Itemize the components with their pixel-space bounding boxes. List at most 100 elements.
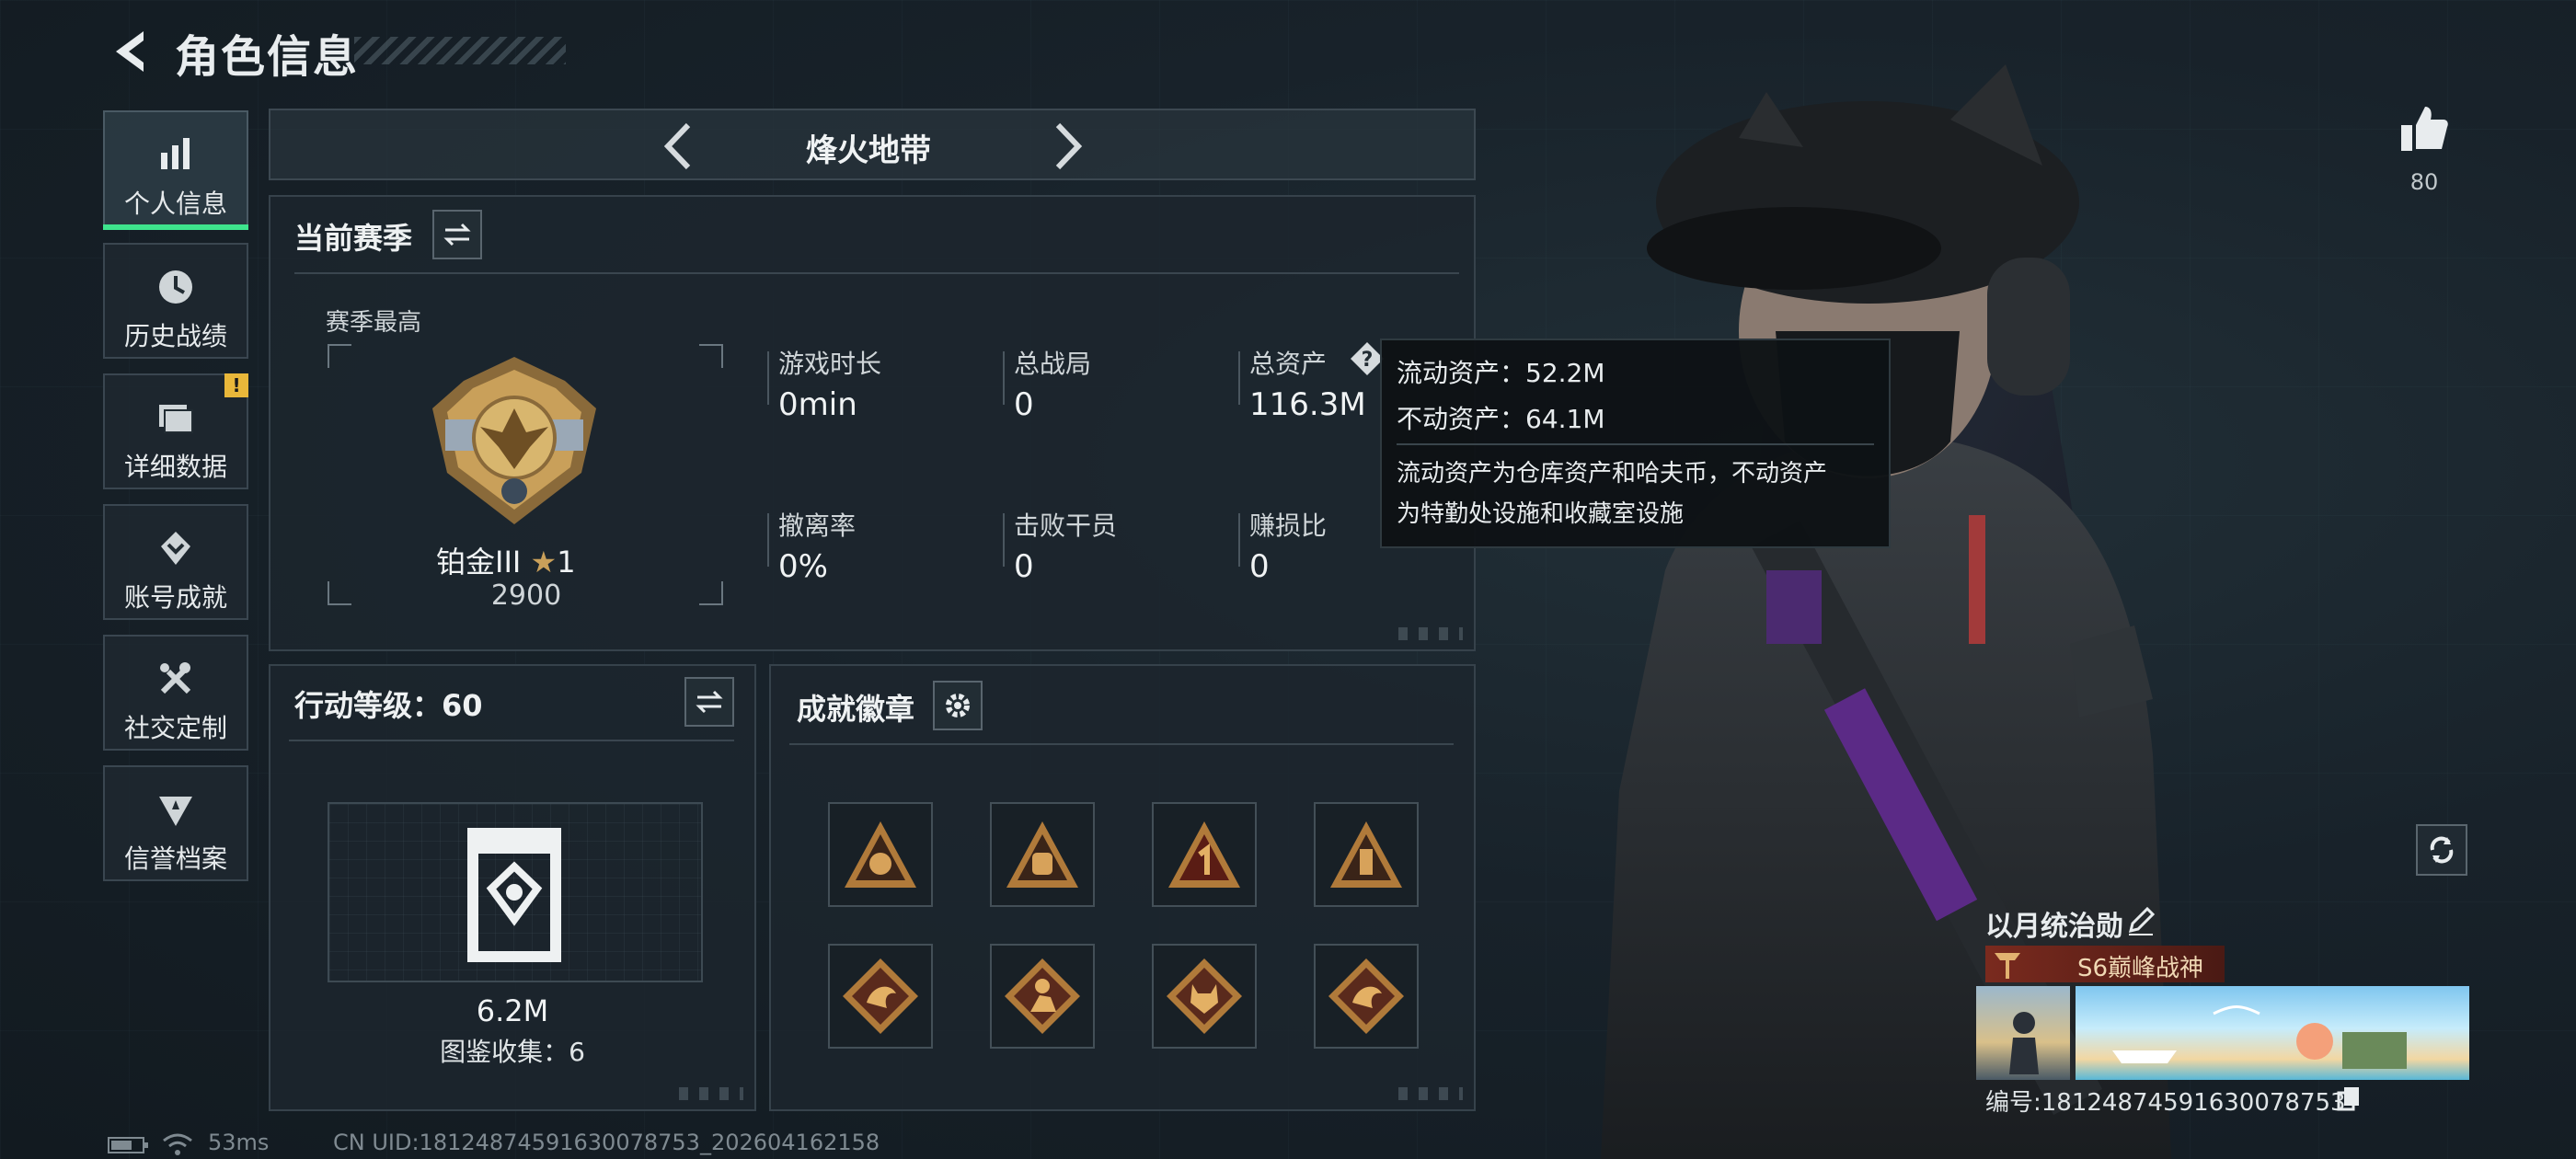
page-title: 角色信息 bbox=[175, 31, 360, 83]
title-banner: S6巅峰战神 bbox=[1985, 946, 2225, 982]
swap-icon bbox=[696, 690, 723, 714]
refresh-icon bbox=[2430, 836, 2454, 864]
sidebar-item-profile[interactable]: 个人信息 bbox=[103, 110, 248, 230]
sidebar-item-label: 详细数据 bbox=[123, 452, 227, 482]
player-name: 以月统治勋 bbox=[1985, 911, 2123, 943]
wolf-badge-icon bbox=[1167, 958, 1242, 1034]
achievement-badge[interactable] bbox=[990, 802, 1095, 907]
stat-divider bbox=[1238, 513, 1240, 567]
season-best-label: 赛季最高 bbox=[326, 309, 422, 337]
star-icon: ★ bbox=[530, 545, 558, 580]
achievement-badge[interactable] bbox=[1152, 944, 1257, 1049]
rank-points: 2900 bbox=[490, 580, 562, 612]
sidebar-item-reputation[interactable]: 信誉档案 bbox=[103, 765, 248, 881]
folder-icon bbox=[105, 396, 247, 440]
battery-icon bbox=[108, 1137, 148, 1153]
action-level-title: 行动等级：60 bbox=[294, 688, 483, 723]
swap-icon bbox=[443, 223, 471, 247]
divider bbox=[1397, 443, 1874, 445]
achievement-badge[interactable] bbox=[828, 944, 933, 1049]
stat-label-matches: 总战局 bbox=[1014, 349, 1092, 379]
backpack-badge-icon bbox=[1006, 821, 1078, 888]
svg-text:?: ? bbox=[1362, 349, 1374, 372]
sidebar-item-social[interactable]: 社交定制 bbox=[103, 635, 248, 751]
player-id: 编号:18124874591630078753 bbox=[1985, 1089, 2346, 1117]
edit-pencil-icon[interactable] bbox=[2125, 905, 2156, 936]
stat-value-matches: 0 bbox=[1014, 386, 1034, 423]
refresh-button[interactable] bbox=[2416, 824, 2467, 876]
achievements-settings-button[interactable] bbox=[933, 681, 983, 730]
achievement-badge[interactable] bbox=[1314, 802, 1419, 907]
like-icon[interactable] bbox=[2398, 103, 2449, 155]
back-arrow-icon[interactable] bbox=[103, 24, 158, 79]
triangle-badge-icon bbox=[845, 821, 916, 888]
stat-value-playtime: 0min bbox=[778, 386, 857, 423]
sidebar-item-label: 账号成就 bbox=[123, 582, 227, 613]
sidebar-item-achievements[interactable]: 账号成就 bbox=[103, 504, 248, 620]
sidebar-item-history[interactable]: 历史战绩 bbox=[103, 243, 248, 359]
achievement-badge[interactable] bbox=[828, 802, 933, 907]
stat-divider bbox=[1238, 351, 1240, 405]
assets-tooltip: 流动资产：52.2M 不动资产：64.1M 流动资产为仓库资产和哈夫币，不动资产… bbox=[1380, 339, 1891, 548]
divider bbox=[789, 743, 1454, 745]
chevron-right-icon[interactable] bbox=[1041, 120, 1091, 173]
tooltip-description-line1: 流动资产为仓库资产和哈夫币，不动资产 bbox=[1397, 460, 1828, 488]
avatar[interactable] bbox=[1976, 986, 2070, 1080]
title-decoration bbox=[354, 37, 566, 64]
panel-decoration bbox=[1398, 1087, 1463, 1100]
mode-label: 烽火地带 bbox=[806, 132, 931, 169]
frame-corner bbox=[328, 581, 351, 605]
clock-icon bbox=[105, 265, 247, 309]
collection-value: 6.2M bbox=[476, 993, 549, 1028]
soldier-badge-icon bbox=[1005, 958, 1080, 1034]
achievement-badge[interactable] bbox=[990, 944, 1095, 1049]
panel-decoration bbox=[679, 1087, 743, 1100]
warning-badge: ! bbox=[224, 373, 248, 397]
action-level-switch-button[interactable] bbox=[684, 677, 734, 727]
gear-icon bbox=[946, 694, 970, 717]
copy-icon[interactable] bbox=[2337, 1085, 2361, 1111]
action-level-panel: 行动等级：60 6.2M 图鉴收集：6 bbox=[269, 664, 756, 1111]
stat-label-assets: 总资产 bbox=[1249, 349, 1328, 379]
collection-count: 图鉴收集：6 bbox=[440, 1037, 585, 1067]
stat-label-kills: 击败干员 bbox=[1014, 511, 1118, 541]
sidebar-item-label: 个人信息 bbox=[123, 189, 227, 219]
tooltip-liquid-assets: 流动资产：52.2M bbox=[1397, 358, 1605, 388]
tools-icon bbox=[105, 657, 247, 701]
title-emblem-icon bbox=[1995, 953, 2020, 979]
sidebar-item-label: 社交定制 bbox=[123, 713, 227, 743]
like-count: 80 bbox=[2409, 169, 2439, 195]
achievement-icon bbox=[105, 526, 247, 570]
stat-label-playtime: 游戏时长 bbox=[778, 349, 882, 379]
bottle-badge-icon bbox=[1330, 821, 1402, 888]
number-one-badge-icon bbox=[1168, 821, 1240, 888]
dragon-badge-icon bbox=[1328, 958, 1404, 1034]
chevron-left-icon[interactable] bbox=[655, 120, 705, 173]
divider bbox=[294, 272, 1459, 274]
rank-name: 铂金III bbox=[436, 545, 522, 580]
rank-medal-icon bbox=[432, 357, 596, 524]
stat-value-assets: 116.3M bbox=[1249, 386, 1366, 423]
tooltip-description-line2: 为特勤处设施和收藏室设施 bbox=[1397, 500, 1685, 528]
tooltip-fixed-assets: 不动资产：64.1M bbox=[1397, 404, 1605, 434]
uid-text: CN UID:18124874591630078753_202604162158 bbox=[333, 1130, 880, 1155]
stat-value-kills: 0 bbox=[1014, 548, 1034, 585]
bar-chart-icon bbox=[105, 132, 247, 177]
stat-divider bbox=[1003, 513, 1005, 567]
stat-value-profit-ratio: 0 bbox=[1249, 548, 1270, 585]
mode-selector: 烽火地带 bbox=[269, 109, 1476, 180]
sidebar-item-label: 信誉档案 bbox=[123, 843, 227, 874]
achievement-badge[interactable] bbox=[1152, 802, 1257, 907]
rank-stars: 1 bbox=[557, 545, 576, 580]
stat-label-profit-ratio: 赚损比 bbox=[1249, 511, 1328, 541]
dragon-badge-icon bbox=[843, 958, 918, 1034]
stat-divider bbox=[767, 513, 769, 567]
shield-star-icon bbox=[105, 787, 247, 832]
player-banner-image bbox=[2076, 986, 2469, 1080]
achievement-badge[interactable] bbox=[1314, 944, 1419, 1049]
season-switch-button[interactable] bbox=[432, 210, 482, 259]
ping-value: 53ms bbox=[208, 1130, 270, 1155]
sidebar-item-details[interactable]: ! 详细数据 bbox=[103, 373, 248, 489]
stat-value-extract-rate: 0% bbox=[778, 548, 828, 585]
season-title: 当前赛季 bbox=[294, 221, 413, 256]
